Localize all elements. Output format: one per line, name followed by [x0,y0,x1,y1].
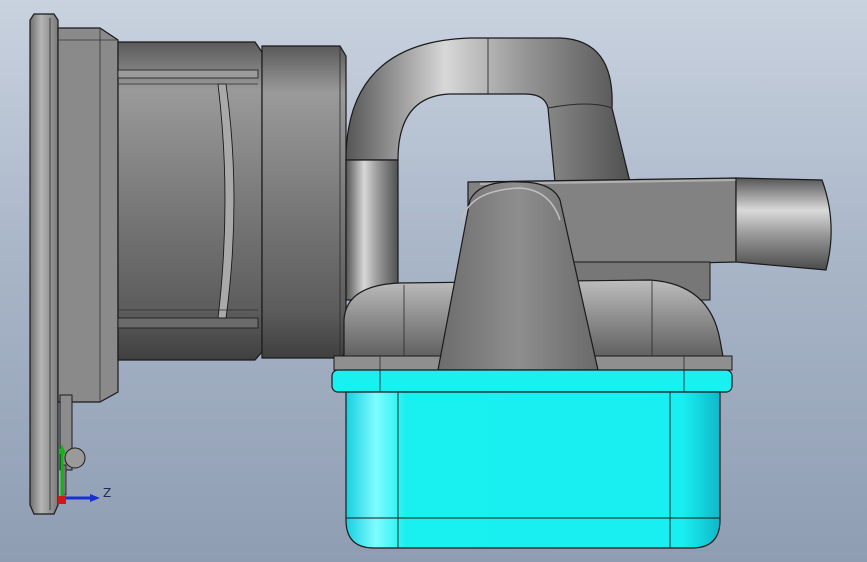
mounting-plate[interactable] [29,13,119,515]
coordinate-triad: Z [48,440,128,510]
motor-housing[interactable] [117,41,263,361]
triad-axes-icon [58,444,100,504]
cad-model[interactable] [0,0,867,562]
cad-viewport[interactable]: Z [0,0,867,562]
joint-cylinder[interactable] [261,45,347,359]
z-axis-label: Z [103,486,112,500]
cyan-tank[interactable] [331,369,733,549]
